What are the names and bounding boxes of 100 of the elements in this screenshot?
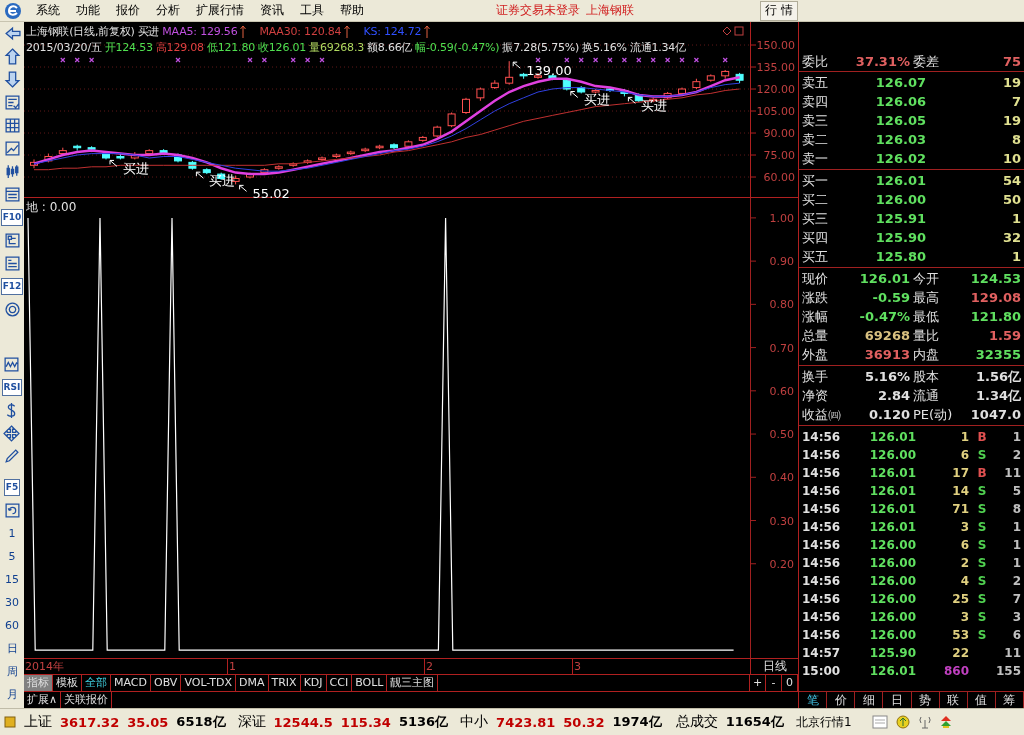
index-name: 中小 [460,713,489,731]
field-label: 现价 [802,269,829,288]
trade-count: 5 [1011,484,1021,498]
axis-label: 150.00 [756,39,795,53]
index-value: 12544.5 [273,714,333,730]
field-value: 32355 [974,347,1021,362]
trade-price: 126.00 [868,538,916,552]
trade-count: 11 [1003,466,1021,480]
quote-value: 额8.66亿 [367,39,413,55]
trade-time: 14:56 [802,610,842,624]
field-label: 净资 [802,386,829,405]
field-value: 37.31% [854,54,910,69]
trade-count: 8 [1011,502,1021,516]
field-value: 1.59 [987,328,1021,343]
field-label: 委比 [802,52,829,71]
indicator-label: 地 : 0.00 [26,199,77,216]
bid-label: 买一 [802,171,829,190]
total-label: 总成交 [675,713,718,731]
field-value: 36913 [863,347,910,362]
trade-price: 126.00 [868,574,916,588]
trade-volume: 14 [951,484,969,498]
trade-price: 126.01 [868,502,916,516]
axis-label: 0.20 [769,557,794,571]
trade-side: S [976,556,988,570]
field-label: 换手 [802,367,829,386]
index-value: 3617.32 [60,714,120,730]
index-change: 115.34 [340,714,391,730]
trade-count: 2 [1011,448,1021,462]
trade-price: 126.01 [868,520,916,534]
trade-volume: 6 [959,538,969,552]
total-value: 11654亿 [725,713,784,731]
field-value: 1047.0 [969,407,1021,422]
chart-annotation: 买进 [583,92,610,108]
trade-count: 7 [1011,592,1021,606]
ask-label: 卖二 [802,130,829,149]
chart-annotation: 买进 [641,98,668,114]
field-label: 委差 [913,52,940,71]
field-value: 121.80 [969,309,1021,324]
stock-name: 上海钢联 [586,2,634,19]
trade-count: 2 [1011,574,1021,588]
axis-label: 120.00 [756,83,795,97]
trade-volume: 22 [951,646,969,660]
axis-label: 135.00 [756,61,795,75]
time-label: 2014年 [24,659,65,674]
index-value: 7423.81 [496,714,556,730]
trade-volume: 3 [959,520,969,534]
trade-price: 125.90 [868,646,916,660]
field-label: 流通 [913,386,940,405]
ask-label: 卖五 [802,73,829,92]
ask-volume: 19 [1001,113,1021,128]
trade-time: 14:56 [802,502,842,516]
field-value: 126.01 [858,271,910,286]
trade-side: S [976,502,988,516]
time-label: 1 [227,659,424,674]
trade-volume: 4 [959,574,969,588]
bid-label: 买三 [802,209,829,228]
index-amount: 6518亿 [176,713,226,731]
trade-count: 11 [1003,646,1021,660]
bid-volume: 1 [1010,211,1021,226]
indicator-value: MAA30: 120.84 [259,24,342,38]
axis-label: 105.00 [756,105,795,119]
bid-price: 125.91 [874,211,926,226]
trade-volume: 1 [959,430,969,444]
trade-price: 126.00 [868,592,916,606]
trade-count: 1 [1011,538,1021,552]
trade-time: 14:56 [802,466,842,480]
indicator-value: MAA5: 129.56 [162,24,238,38]
ask-label: 卖一 [802,149,829,168]
trade-price: 126.01 [868,430,916,444]
axis-label: 0.40 [769,471,794,485]
index-amount: 1974亿 [612,713,662,731]
trade-count: 155 [995,664,1021,678]
ask-price: 126.05 [874,113,926,128]
trade-side: S [976,574,988,588]
trade-time: 14:56 [802,448,842,462]
quote-value: 高129.08 [155,39,204,55]
trade-time: 14:57 [802,646,842,660]
axis-label: 0.90 [769,255,794,269]
index-change: 35.05 [127,714,169,730]
time-label: 2 [424,659,572,674]
server-name: 北京行情1 [795,713,852,731]
bid-volume: 50 [1001,192,1021,207]
axis-label: 0.60 [769,384,794,398]
trade-volume: 3 [959,610,969,624]
trade-price: 126.00 [868,448,916,462]
trade-count: 3 [1011,610,1021,624]
field-value: 1.56亿 [974,367,1021,386]
bid-price: 125.90 [874,230,926,245]
bid-price: 126.01 [874,173,926,188]
bid-volume: 32 [1001,230,1021,245]
field-value: 1.34亿 [974,386,1021,405]
trade-volume: 860 [942,664,969,678]
trade-price: 126.01 [868,664,916,678]
trade-side: S [976,484,988,498]
field-label: 股本 [913,367,940,386]
axis-label: 0.50 [769,428,794,442]
bid-price: 126.00 [874,192,926,207]
chart-annotation: 139.00 [526,63,572,79]
field-label: 外盘 [802,345,829,364]
indicator-value: KS: 124.72 [363,24,422,38]
